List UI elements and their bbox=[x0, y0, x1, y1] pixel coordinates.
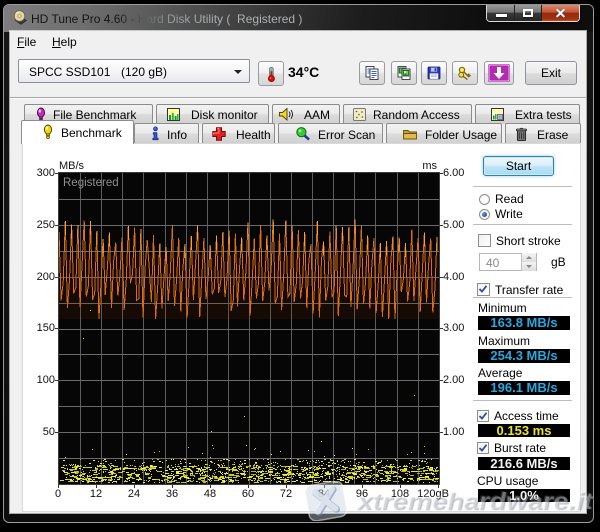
svg-text:Registered: Registered bbox=[63, 177, 119, 189]
